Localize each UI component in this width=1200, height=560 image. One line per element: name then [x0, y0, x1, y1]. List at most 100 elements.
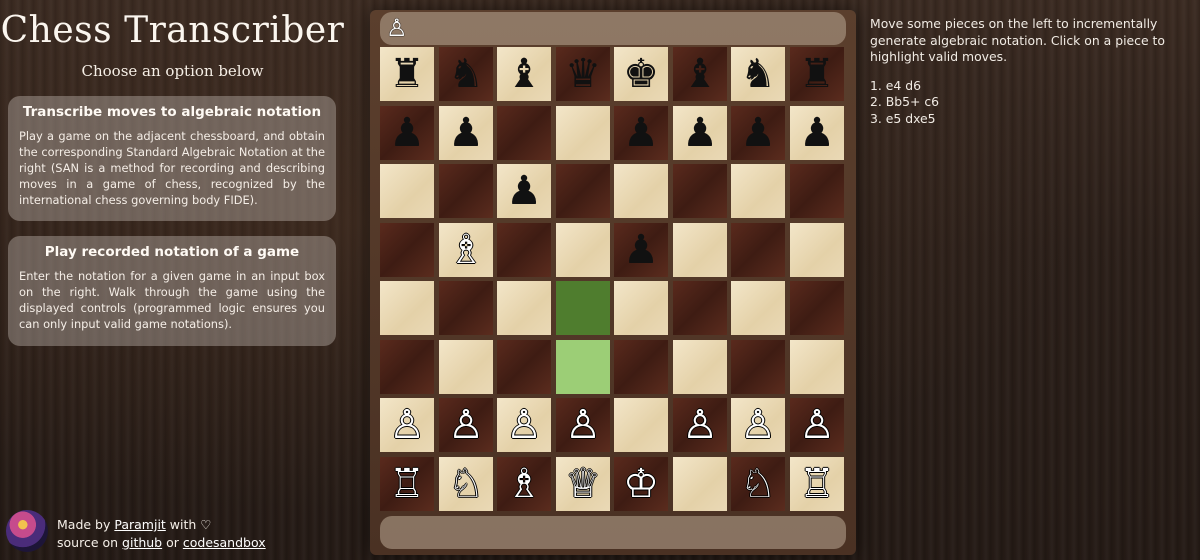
- square-d6[interactable]: [556, 164, 610, 218]
- square-f7[interactable]: ♟: [673, 106, 727, 160]
- square-a4[interactable]: [380, 281, 434, 335]
- black-pawn-piece[interactable]: ♟: [448, 113, 484, 153]
- white-pawn-piece[interactable]: ♙: [448, 405, 484, 445]
- black-knight-piece[interactable]: ♞: [448, 54, 484, 94]
- square-g4[interactable]: [731, 281, 785, 335]
- white-pawn-piece[interactable]: ♙: [799, 405, 835, 445]
- codesandbox-link[interactable]: codesandbox: [183, 535, 266, 550]
- white-pawn-piece[interactable]: ♙: [565, 405, 601, 445]
- white-bishop-piece[interactable]: ♗: [448, 230, 484, 270]
- square-a7[interactable]: ♟: [380, 106, 434, 160]
- square-c3[interactable]: [497, 340, 551, 394]
- square-h2[interactable]: ♙: [790, 398, 844, 452]
- square-f2[interactable]: ♙: [673, 398, 727, 452]
- square-c6[interactable]: ♟: [497, 164, 551, 218]
- black-pawn-piece[interactable]: ♟: [623, 113, 659, 153]
- square-h5[interactable]: [790, 223, 844, 277]
- white-rook-piece[interactable]: ♖: [389, 464, 425, 504]
- square-h3[interactable]: [790, 340, 844, 394]
- black-pawn-piece[interactable]: ♟: [506, 171, 542, 211]
- square-d4[interactable]: [556, 281, 610, 335]
- square-f5[interactable]: [673, 223, 727, 277]
- black-pawn-piece[interactable]: ♟: [389, 113, 425, 153]
- black-pawn-piece[interactable]: ♟: [623, 230, 659, 270]
- white-pawn-piece[interactable]: ♙: [682, 405, 718, 445]
- square-b5[interactable]: ♗: [439, 223, 493, 277]
- square-h6[interactable]: [790, 164, 844, 218]
- square-a3[interactable]: [380, 340, 434, 394]
- white-pawn-piece[interactable]: ♙: [506, 405, 542, 445]
- white-rook-piece[interactable]: ♖: [799, 464, 835, 504]
- square-g5[interactable]: [731, 223, 785, 277]
- black-pawn-piece[interactable]: ♟: [799, 113, 835, 153]
- black-knight-piece[interactable]: ♞: [740, 54, 776, 94]
- square-a6[interactable]: [380, 164, 434, 218]
- square-d3[interactable]: [556, 340, 610, 394]
- square-h7[interactable]: ♟: [790, 106, 844, 160]
- square-a8[interactable]: ♜: [380, 47, 434, 101]
- square-e7[interactable]: ♟: [614, 106, 668, 160]
- square-c4[interactable]: [497, 281, 551, 335]
- square-c5[interactable]: [497, 223, 551, 277]
- github-link[interactable]: github: [122, 535, 162, 550]
- square-f1[interactable]: [673, 457, 727, 511]
- black-bishop-piece[interactable]: ♝: [506, 54, 542, 94]
- author-link[interactable]: Paramjit: [114, 517, 165, 532]
- square-d1[interactable]: ♕: [556, 457, 610, 511]
- white-knight-piece[interactable]: ♘: [448, 464, 484, 504]
- white-bishop-piece[interactable]: ♗: [506, 464, 542, 504]
- white-queen-piece[interactable]: ♕: [565, 464, 601, 504]
- square-g2[interactable]: ♙: [731, 398, 785, 452]
- square-f6[interactable]: [673, 164, 727, 218]
- square-b4[interactable]: [439, 281, 493, 335]
- square-c8[interactable]: ♝: [497, 47, 551, 101]
- black-bishop-piece[interactable]: ♝: [682, 54, 718, 94]
- black-queen-piece[interactable]: ♛: [565, 54, 601, 94]
- square-a1[interactable]: ♖: [380, 457, 434, 511]
- square-e4[interactable]: [614, 281, 668, 335]
- white-king-piece[interactable]: ♔: [623, 464, 659, 504]
- square-e6[interactable]: [614, 164, 668, 218]
- black-rook-piece[interactable]: ♜: [389, 54, 425, 94]
- square-f3[interactable]: [673, 340, 727, 394]
- square-f8[interactable]: ♝: [673, 47, 727, 101]
- black-rook-piece[interactable]: ♜: [799, 54, 835, 94]
- square-h8[interactable]: ♜: [790, 47, 844, 101]
- white-knight-piece[interactable]: ♘: [740, 464, 776, 504]
- square-g6[interactable]: [731, 164, 785, 218]
- square-d8[interactable]: ♛: [556, 47, 610, 101]
- square-e5[interactable]: ♟: [614, 223, 668, 277]
- square-h4[interactable]: [790, 281, 844, 335]
- square-a2[interactable]: ♙: [380, 398, 434, 452]
- square-e2[interactable]: [614, 398, 668, 452]
- square-e1[interactable]: ♔: [614, 457, 668, 511]
- black-pawn-piece[interactable]: ♟: [740, 113, 776, 153]
- square-c7[interactable]: [497, 106, 551, 160]
- square-c1[interactable]: ♗: [497, 457, 551, 511]
- square-a5[interactable]: [380, 223, 434, 277]
- option-play-notation-card[interactable]: Play recorded notation of a game Enter t…: [8, 236, 336, 346]
- square-g1[interactable]: ♘: [731, 457, 785, 511]
- black-pawn-piece[interactable]: ♟: [682, 113, 718, 153]
- square-b3[interactable]: [439, 340, 493, 394]
- white-pawn-piece[interactable]: ♙: [740, 405, 776, 445]
- option-transcribe-card[interactable]: Transcribe moves to algebraic notation P…: [8, 96, 336, 221]
- square-e3[interactable]: [614, 340, 668, 394]
- square-g3[interactable]: [731, 340, 785, 394]
- square-c2[interactable]: ♙: [497, 398, 551, 452]
- square-f4[interactable]: [673, 281, 727, 335]
- square-b7[interactable]: ♟: [439, 106, 493, 160]
- square-g8[interactable]: ♞: [731, 47, 785, 101]
- square-d5[interactable]: [556, 223, 610, 277]
- square-b6[interactable]: [439, 164, 493, 218]
- white-pawn-piece[interactable]: ♙: [389, 405, 425, 445]
- square-b2[interactable]: ♙: [439, 398, 493, 452]
- square-b8[interactable]: ♞: [439, 47, 493, 101]
- black-king-piece[interactable]: ♚: [623, 54, 659, 94]
- square-d7[interactable]: [556, 106, 610, 160]
- square-h1[interactable]: ♖: [790, 457, 844, 511]
- square-e8[interactable]: ♚: [614, 47, 668, 101]
- square-d2[interactable]: ♙: [556, 398, 610, 452]
- square-b1[interactable]: ♘: [439, 457, 493, 511]
- square-g7[interactable]: ♟: [731, 106, 785, 160]
